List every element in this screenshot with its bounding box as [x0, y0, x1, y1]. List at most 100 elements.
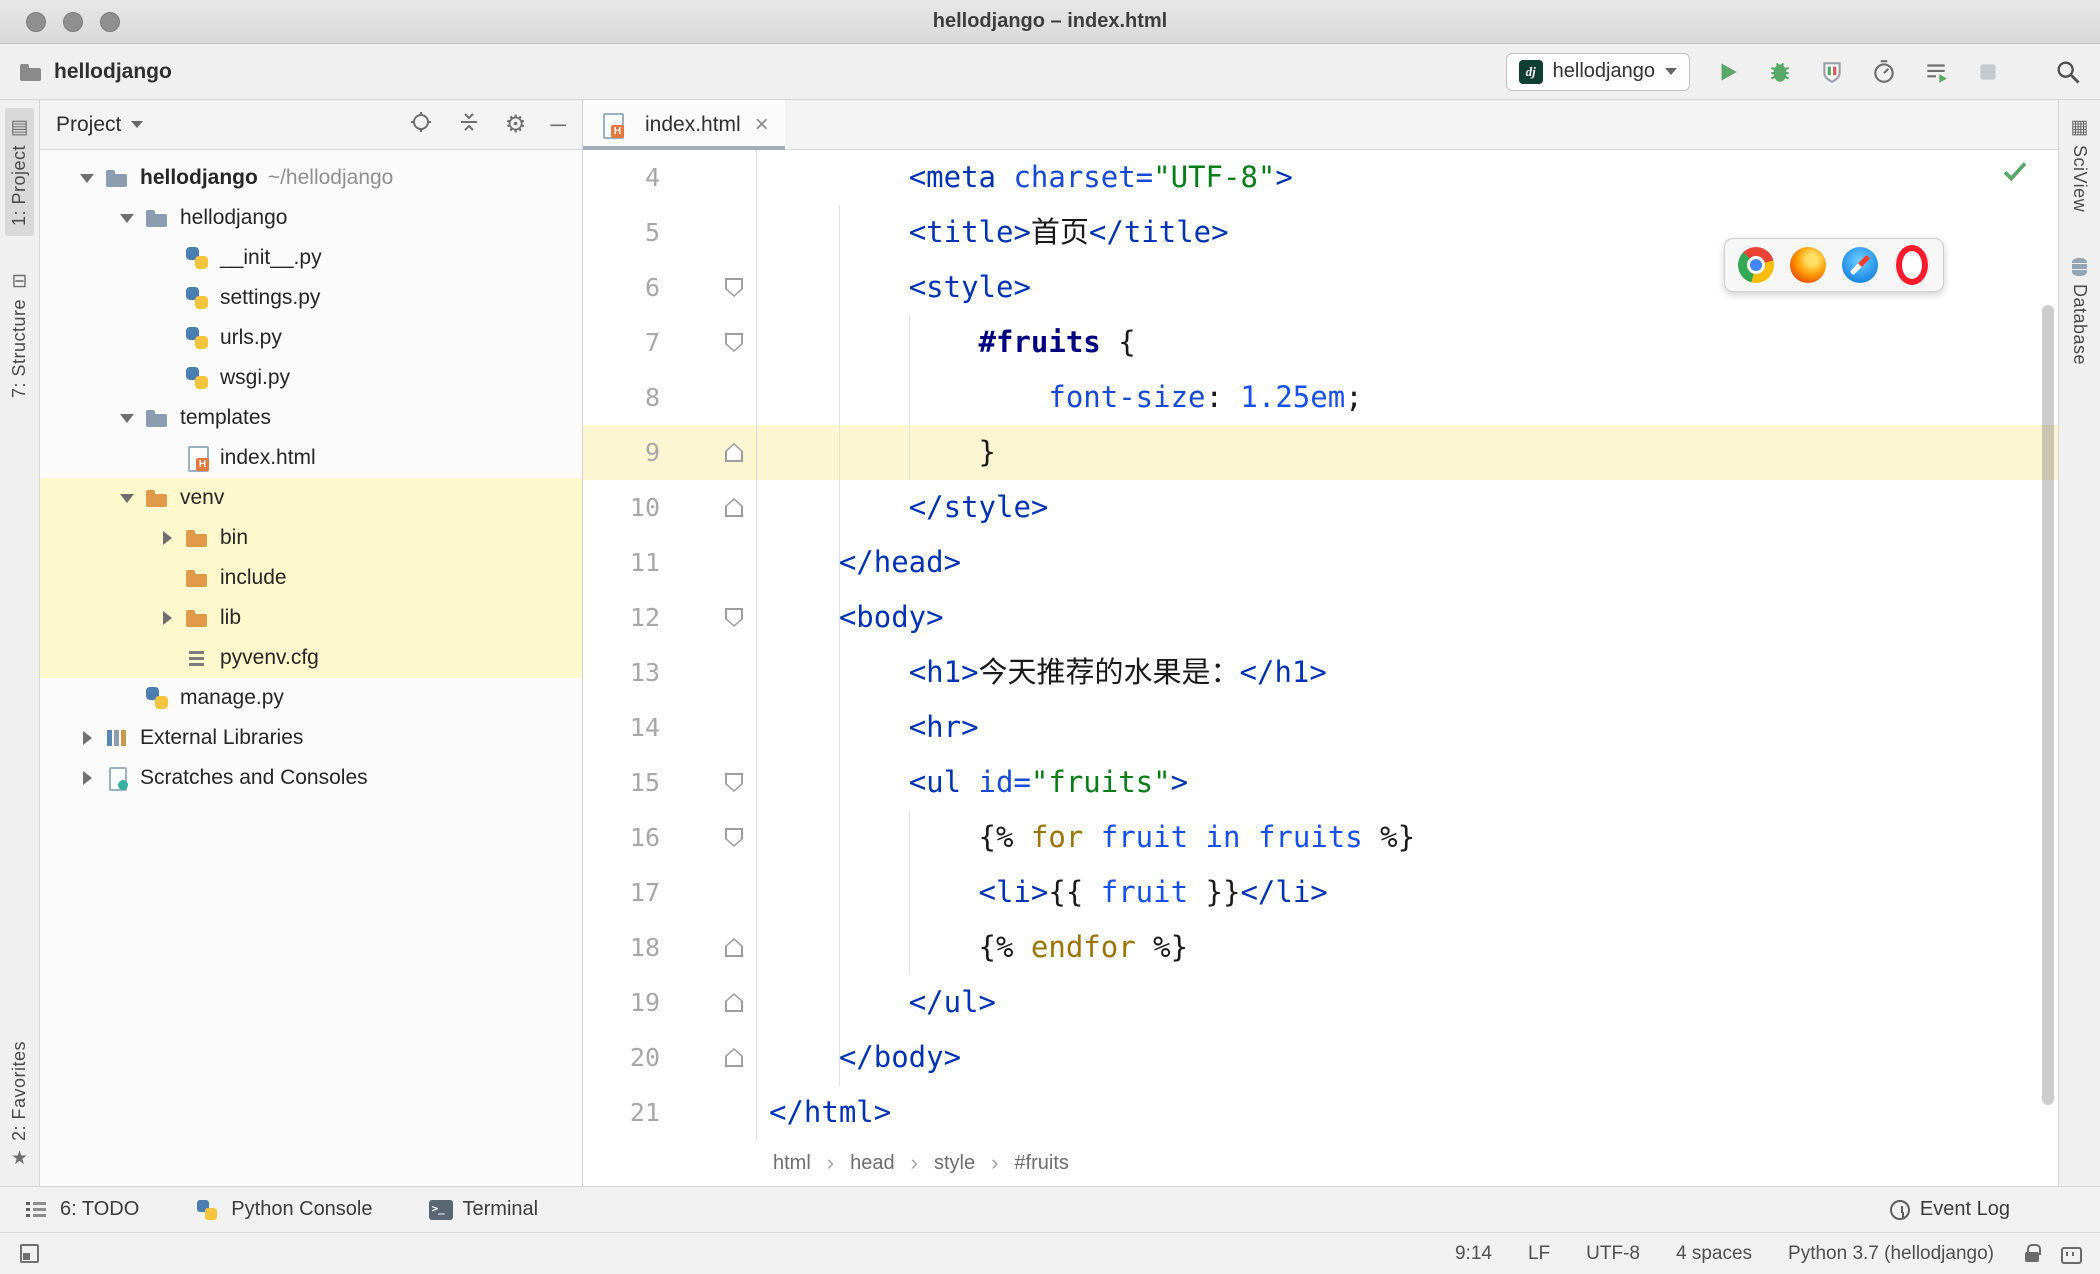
toolwindow-6-todo[interactable]: 6: TODO — [24, 1198, 139, 1221]
gutter-line-14[interactable]: 14 — [583, 700, 757, 755]
status-utf-8[interactable]: UTF-8 — [1586, 1243, 1640, 1265]
gutter-line-19[interactable]: 19 — [583, 975, 757, 1030]
tree-item-urls-py[interactable]: urls.py — [40, 318, 582, 358]
chrome-browser-icon[interactable] — [1738, 247, 1774, 283]
toolwindow-switcher-icon[interactable] — [20, 1244, 39, 1263]
gutter-line-12[interactable]: 12 — [583, 590, 757, 645]
fold-marker[interactable] — [712, 1030, 756, 1085]
gutter-line-8[interactable]: 8 — [583, 370, 757, 425]
tree-item-pyvenv-cfg[interactable]: pyvenv.cfg — [40, 638, 582, 678]
gutter-line-5[interactable]: 5 — [583, 205, 757, 260]
toolwindow-event-log[interactable]: Event Log — [1889, 1198, 2010, 1221]
close-tab-icon[interactable]: × — [755, 112, 769, 137]
gutter-line-17[interactable]: 17 — [583, 865, 757, 920]
tree-item-templates[interactable]: templates — [40, 398, 582, 438]
code-text[interactable]: <ul id="fruits"> — [757, 755, 1188, 810]
tree-expand-arrow[interactable] — [150, 531, 184, 545]
gear-icon[interactable]: ⚙ — [505, 112, 527, 137]
gutter-line-6[interactable]: 6 — [583, 260, 757, 315]
fold-marker[interactable] — [712, 425, 756, 480]
code-editor[interactable]: 4 <meta charset="UTF-8"> 5 <title>首页</tit… — [583, 150, 2058, 1140]
highlighting-level-icon[interactable] — [2060, 1244, 2082, 1264]
stop-button[interactable] — [1974, 58, 2002, 86]
tree-expand-arrow[interactable] — [70, 174, 104, 183]
run-with-console-button[interactable] — [1922, 58, 1950, 86]
tool-stripe-project[interactable]: ▤ 1: Project — [5, 108, 34, 237]
search-everywhere-icon[interactable] — [2054, 58, 2082, 86]
breadcrumb-style[interactable]: style — [934, 1152, 975, 1175]
project-view-chevron-icon[interactable] — [131, 121, 144, 128]
opera-browser-icon[interactable] — [1894, 247, 1930, 283]
code-text[interactable]: <body> — [757, 590, 944, 645]
profiler-button[interactable] — [1870, 58, 1898, 86]
gutter-line-4[interactable]: 4 — [583, 150, 757, 205]
code-text[interactable]: font-size: 1.25em; — [757, 370, 1362, 425]
status-4-spaces[interactable]: 4 spaces — [1676, 1243, 1752, 1265]
code-text[interactable]: <meta charset="UTF-8"> — [757, 150, 1293, 205]
tree-item-hellodjango[interactable]: hellodjango — [40, 198, 582, 238]
gutter-line-16[interactable]: 16 — [583, 810, 757, 865]
gutter-line-9[interactable]: 9 — [583, 425, 757, 480]
hide-panel-icon[interactable]: ─ — [550, 112, 566, 138]
collapse-all-icon[interactable] — [457, 110, 481, 140]
tree-expand-arrow[interactable] — [70, 771, 104, 785]
locate-file-icon[interactable] — [409, 110, 433, 140]
tree-item-external-libraries[interactable]: External Libraries — [40, 718, 582, 758]
fold-marker[interactable] — [712, 810, 756, 865]
tree-expand-arrow[interactable] — [150, 611, 184, 625]
code-text[interactable]: </body> — [757, 1030, 961, 1085]
code-text[interactable]: </html> — [757, 1085, 891, 1140]
fold-marker[interactable] — [712, 590, 756, 645]
gutter-line-10[interactable]: 10 — [583, 480, 757, 535]
tree-expand-arrow[interactable] — [110, 214, 144, 223]
fold-marker[interactable] — [712, 260, 756, 315]
toolwindow-python-console[interactable]: Python Console — [195, 1198, 373, 1221]
tree-item-index-html[interactable]: index.html — [40, 438, 582, 478]
gutter-line-18[interactable]: 18 — [583, 920, 757, 975]
code-text[interactable]: </style> — [757, 480, 1049, 535]
code-text[interactable]: <style> — [757, 260, 1031, 315]
gutter-line-7[interactable]: 7 — [583, 315, 757, 370]
tree-item-bin[interactable]: bin — [40, 518, 582, 558]
code-text[interactable]: </head> — [757, 535, 961, 590]
status-python-3-7-hellodjango[interactable]: Python 3.7 (hellodjango) — [1788, 1243, 1994, 1265]
tool-stripe-favorites[interactable]: 2: Favorites ★ — [5, 1031, 34, 1178]
fold-marker[interactable] — [712, 480, 756, 535]
code-text[interactable]: {% for fruit in fruits %} — [757, 810, 1416, 865]
fold-marker[interactable] — [712, 975, 756, 1030]
tool-stripe-structure[interactable]: ⊟ 7: Structure — [5, 262, 34, 408]
status-lf[interactable]: LF — [1528, 1243, 1550, 1265]
tree-item-include[interactable]: include — [40, 558, 582, 598]
tree-item-scratches-and-consoles[interactable]: Scratches and Consoles — [40, 758, 582, 798]
code-text[interactable]: {% endfor %} — [757, 920, 1189, 975]
gutter-line-15[interactable]: 15 — [583, 755, 757, 810]
tree-item-venv[interactable]: venv — [40, 478, 582, 518]
editor-scrollbar[interactable] — [2042, 305, 2054, 1105]
code-text[interactable]: <hr> — [757, 700, 979, 755]
tree-expand-arrow[interactable] — [110, 414, 144, 423]
tree-item-settings-py[interactable]: settings.py — [40, 278, 582, 318]
safari-browser-icon[interactable] — [1842, 247, 1878, 283]
tool-stripe-sciview[interactable]: ▦ SciView — [2065, 108, 2094, 222]
debug-button[interactable] — [1766, 58, 1794, 86]
fold-marker[interactable] — [712, 920, 756, 975]
tree-expand-arrow[interactable] — [110, 494, 144, 503]
code-text[interactable]: } — [757, 425, 996, 480]
breadcrumb-html[interactable]: html — [773, 1152, 811, 1175]
tree-expand-arrow[interactable] — [70, 731, 104, 745]
gutter-line-21[interactable]: 21 — [583, 1085, 757, 1140]
breadcrumb-fruits[interactable]: #fruits — [1014, 1152, 1068, 1175]
tree-item-lib[interactable]: lib — [40, 598, 582, 638]
gutter-line-13[interactable]: 13 — [583, 645, 757, 700]
tree-item-manage-py[interactable]: manage.py — [40, 678, 582, 718]
run-button[interactable] — [1714, 58, 1742, 86]
breadcrumb-head[interactable]: head — [850, 1152, 895, 1175]
toolwindow-terminal[interactable]: Terminal — [428, 1198, 538, 1221]
project-panel-title[interactable]: Project — [56, 113, 121, 137]
run-configuration-select[interactable]: dj hellodjango — [1505, 52, 1690, 91]
tree-item-hellodjango[interactable]: hellodjango ~/hellodjango — [40, 158, 582, 198]
tree-item-wsgi-py[interactable]: wsgi.py — [40, 358, 582, 398]
project-breadcrumb[interactable]: hellodjango — [18, 60, 172, 84]
status-9-14[interactable]: 9:14 — [1455, 1243, 1492, 1265]
code-text[interactable]: #fruits { — [757, 315, 1136, 370]
